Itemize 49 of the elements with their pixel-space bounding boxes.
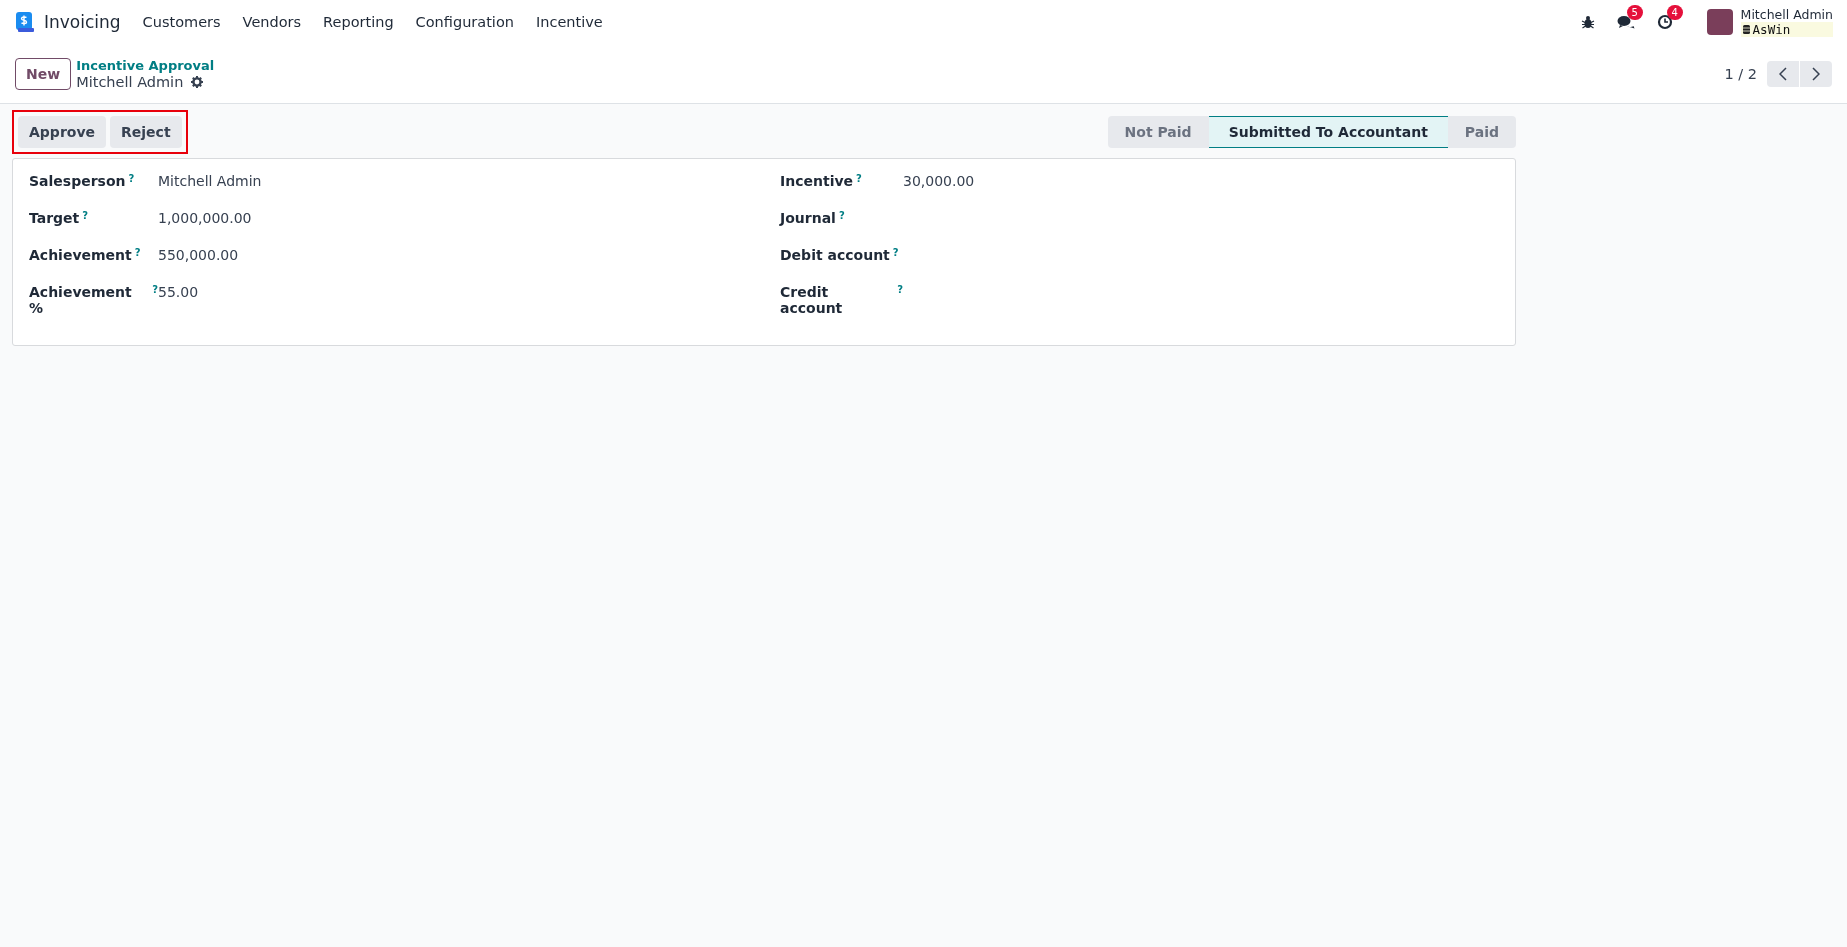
breadcrumb-link[interactable]: Incentive Approval [76,57,215,74]
help-tooltip[interactable]: ? [892,247,899,258]
clock-icon[interactable] [1656,14,1675,30]
record-name: Mitchell Admin [76,73,184,90]
action-button[interactable]: Reject [110,116,182,148]
app-logo-icon[interactable] [14,11,34,33]
user-name: Mitchell Admin [1740,7,1833,22]
status-stage[interactable]: Submitted To Accountant [1208,116,1448,148]
status-stage[interactable]: Paid [1447,116,1516,148]
menu-item[interactable]: Vendors [242,14,302,30]
action-button[interactable]: Approve [18,116,107,148]
help-tooltip[interactable]: ? [128,173,135,184]
bug-icon[interactable] [1580,15,1595,29]
menu-item[interactable]: Configuration [415,14,514,30]
avatar-image[interactable] [1706,9,1733,35]
field-label: Target [29,210,80,226]
chat-icon[interactable] [1616,14,1635,30]
field-label: Achievement [29,247,132,263]
new-button[interactable]: New [15,57,72,90]
field-label: Journal [780,210,836,226]
app-name[interactable]: Invoicing [44,12,121,32]
status-stage[interactable]: Not Paid [1107,116,1209,148]
field-value: 550,000.00 [158,247,239,263]
field-label: Debit account [780,247,890,263]
help-tooltip[interactable]: ? [134,247,141,258]
database-label: AsWin [1740,22,1833,37]
pager-value: 1 / 2 [1724,65,1757,82]
field-label: Incentive [780,173,854,189]
count-badge: 5 [1626,5,1643,20]
database-icon[interactable] [1742,25,1750,34]
menu-item[interactable]: Customers [142,14,221,30]
field-label: Salesperson [29,173,126,189]
help-tooltip[interactable]: ? [897,284,903,295]
chevron-left-icon[interactable] [1779,66,1787,81]
count-badge: 4 [1666,5,1683,20]
settings-icon[interactable] [191,75,204,88]
menu-item[interactable]: Reporting [323,14,394,30]
help-tooltip[interactable]: ? [152,284,158,295]
help-tooltip[interactable]: ? [856,173,862,184]
chevron-right-icon[interactable] [1812,66,1820,81]
help-tooltip[interactable]: ? [82,210,89,221]
menu-item[interactable]: Incentive [535,14,603,30]
field-value: 1,000,000.00 [158,210,252,226]
field-value: 55.00 [158,284,199,300]
field-value: Mitchell Admin [158,173,262,189]
help-tooltip[interactable]: ? [838,210,845,221]
field-label: Achievement % [29,284,133,316]
field-value: 30,000.00 [903,173,975,189]
field-label: Credit account [780,284,844,316]
